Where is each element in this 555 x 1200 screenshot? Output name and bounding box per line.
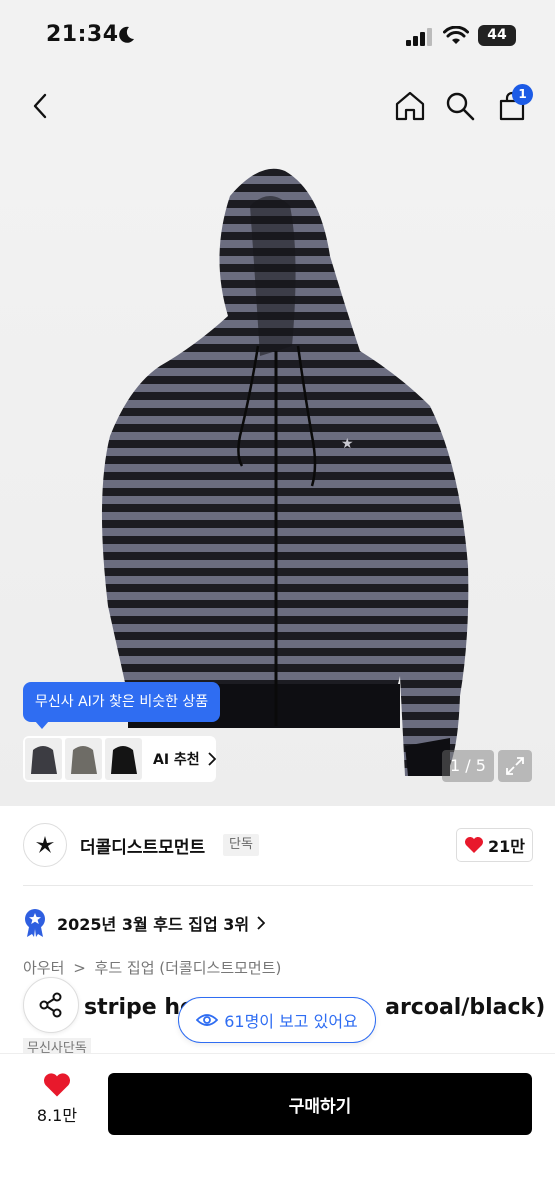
svg-text:★: ★ <box>341 436 354 452</box>
ai-recommend-button[interactable]: AI 추천 <box>23 736 216 782</box>
expand-icon <box>506 757 524 775</box>
brand-logo[interactable] <box>23 823 67 867</box>
product-like-button[interactable]: 8.1만 <box>28 1072 86 1134</box>
search-button[interactable] <box>440 86 480 126</box>
brand-exclusive-tag: 단독 <box>223 834 259 856</box>
ai-thumb-3[interactable] <box>105 738 142 780</box>
cart-count-badge: 1 <box>512 84 533 105</box>
product-title-right: arcoal/black) <box>385 995 546 1020</box>
status-bar: 21:34 44 <box>0 0 555 76</box>
brand-like-count: 21만 <box>488 837 525 856</box>
ai-thumb-2[interactable] <box>65 738 102 780</box>
heart-icon <box>44 1073 70 1097</box>
cart-button[interactable]: 1 <box>492 84 533 126</box>
bottom-action-bar: 8.1만 구매하기 <box>0 1053 555 1200</box>
chevron-left-icon <box>33 93 47 119</box>
product-like-count: 8.1만 <box>36 1106 78 1125</box>
top-nav: 1 <box>0 76 555 136</box>
share-button[interactable] <box>23 977 79 1033</box>
chevron-right-icon <box>257 916 266 930</box>
status-time: 21:34 <box>46 22 119 47</box>
moon-icon <box>119 26 134 43</box>
rank-medal-icon <box>25 909 45 937</box>
back-button[interactable] <box>20 86 60 126</box>
brand-row: 더콜디스트모먼트 단독 21만 <box>23 822 533 868</box>
ranking-text: 2025년 3월 후드 집업 3위 <box>57 915 250 934</box>
divider <box>23 885 533 886</box>
breadcrumb-item-hood-zipup[interactable]: 후드 집업 (더콜디스트모먼트) <box>95 959 282 977</box>
chevron-right-icon <box>208 752 216 766</box>
battery-indicator: 44 <box>478 25 516 46</box>
brand-name[interactable]: 더콜디스트모먼트 <box>80 833 205 858</box>
ai-similar-products-tooltip: 무신사 AI가 찾은 비슷한 상품 <box>23 682 221 729</box>
brand-star-icon <box>36 836 54 853</box>
search-icon <box>446 92 475 121</box>
breadcrumb-item-outer[interactable]: 아우터 <box>23 959 64 977</box>
cellular-signal-icon <box>406 28 432 46</box>
ai-thumb-1[interactable] <box>25 738 62 780</box>
ai-recommend-label: AI 추천 <box>153 752 200 768</box>
buy-button[interactable]: 구매하기 <box>108 1073 532 1135</box>
live-viewers-pill: 61명이 보고 있어요 <box>178 997 376 1043</box>
ranking-link[interactable]: 2025년 3월 후드 집업 3위 <box>23 908 266 938</box>
wifi-icon <box>443 26 469 44</box>
breadcrumb: 아우터 > 후드 집업 (더콜디스트모먼트) <box>23 957 281 978</box>
home-icon <box>395 91 425 121</box>
brand-like-button[interactable]: 21만 <box>456 828 533 862</box>
heart-icon <box>465 837 483 853</box>
product-image-carousel[interactable]: ★ 무신사 AI가 찾은 비슷한 상품 AI 추천 1 / 5 <box>0 136 555 806</box>
expand-image-button[interactable] <box>498 750 532 782</box>
image-page-indicator: 1 / 5 <box>442 750 494 782</box>
live-viewers-text: 61명이 보고 있어요 <box>224 1012 358 1031</box>
breadcrumb-separator: > <box>73 959 86 977</box>
share-icon <box>39 992 62 1018</box>
home-button[interactable] <box>390 86 430 126</box>
eye-icon <box>196 1014 219 1026</box>
